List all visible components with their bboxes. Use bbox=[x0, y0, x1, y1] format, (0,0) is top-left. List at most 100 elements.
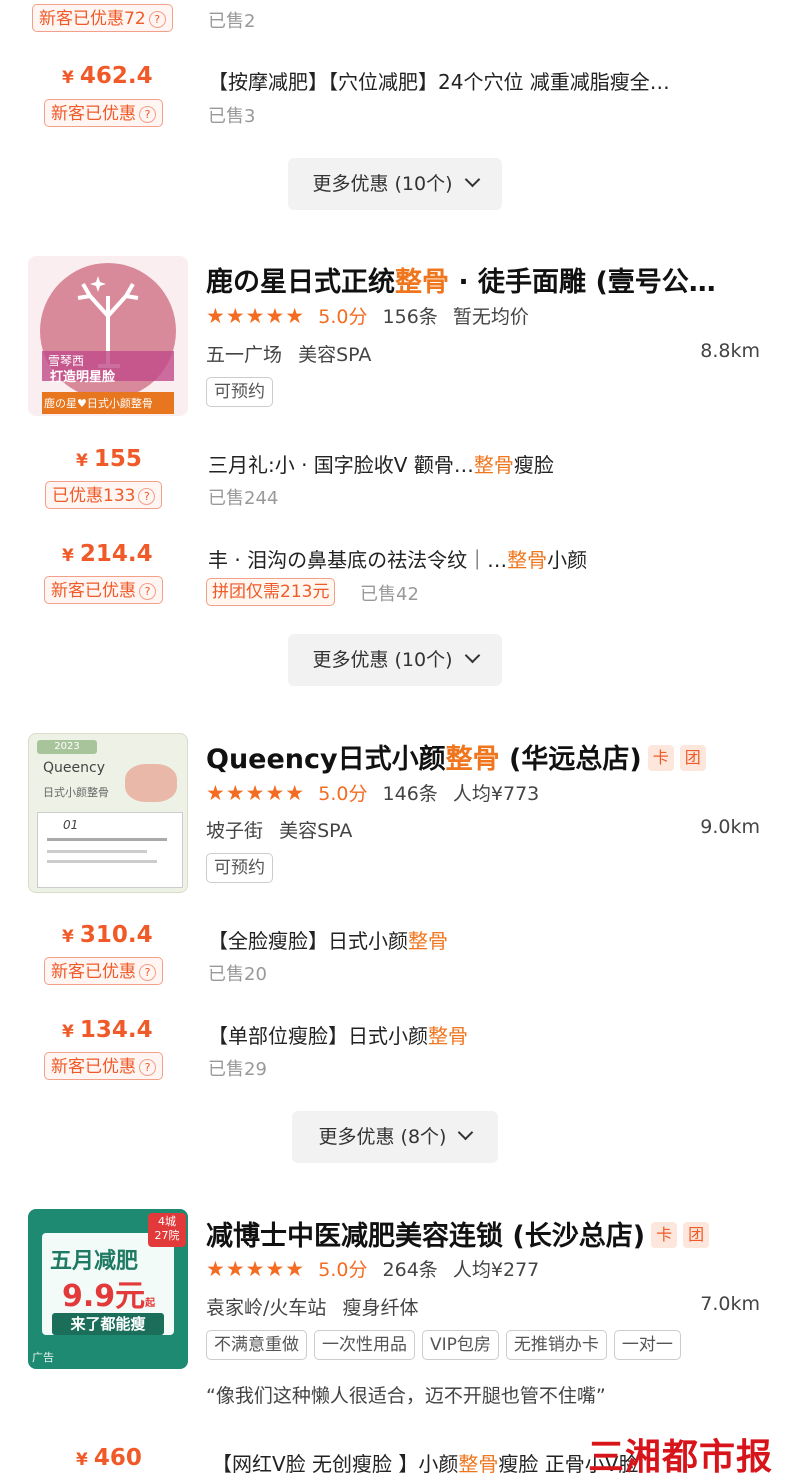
distance: 7.0km bbox=[700, 1293, 760, 1315]
tag: 一对一 bbox=[613, 1330, 681, 1360]
deal-title[interactable]: 【单部位瘦脸】日式小颜整骨 bbox=[208, 1020, 768, 1049]
distance: 9.0km bbox=[700, 816, 760, 838]
distance: 8.8km bbox=[700, 340, 760, 362]
category: 美容SPA bbox=[298, 344, 372, 366]
more-deals-button[interactable]: 更多优惠 (8个) bbox=[292, 1111, 498, 1163]
group-badge: 团 bbox=[679, 745, 706, 771]
review-count: 146条 bbox=[382, 783, 438, 805]
star-icon: ★★★★★ bbox=[206, 304, 306, 328]
location-row: 五一广场 美容SPA bbox=[206, 340, 371, 367]
question-circle-icon[interactable]: ? bbox=[139, 1059, 156, 1076]
thumb-text: 鹿の星♥日式小颜整骨 bbox=[44, 397, 153, 410]
question-circle-icon[interactable]: ? bbox=[139, 964, 156, 981]
average-price: 人均¥773 bbox=[452, 783, 540, 805]
ad-label: 广告 bbox=[32, 1351, 54, 1364]
discount-badge: 新客已优惠? bbox=[44, 99, 163, 127]
tag-row: 不满意重做 一次性用品 VIP包房 无推销办卡 一对一 bbox=[206, 1330, 688, 1360]
deal-price: ¥310.4 bbox=[62, 922, 153, 948]
deal-price: ¥214.4 bbox=[62, 541, 153, 567]
area: 袁家岭/火车站 bbox=[206, 1297, 327, 1319]
discount-badge: 已优惠133? bbox=[45, 481, 163, 509]
location-row: 袁家岭/火车站 瘦身纤体 bbox=[206, 1293, 418, 1320]
shop-name[interactable]: Queency日式小颜整骨 (华远总店) 卡团 bbox=[206, 737, 766, 776]
tag-row: 可预约 bbox=[206, 377, 280, 407]
area: 坡子街 bbox=[206, 820, 264, 842]
star-icon: ★★★★★ bbox=[206, 781, 306, 805]
discount-badge: 新客已优惠? bbox=[44, 1052, 163, 1080]
deal-price: ¥155 bbox=[76, 446, 142, 472]
more-deals-button[interactable]: 更多优惠 (10个) bbox=[288, 634, 502, 686]
sold-count: 已售3 bbox=[208, 106, 256, 127]
rating-row: ★★★★★ 5.0分 264条 人均¥277 bbox=[206, 1255, 539, 1282]
question-circle-icon[interactable]: ? bbox=[138, 488, 156, 505]
thumb-text: 打造明星脸 bbox=[50, 370, 116, 385]
chevron-down-icon bbox=[458, 1124, 474, 1141]
sold-count: 已售20 bbox=[208, 964, 267, 985]
deal-price: ¥460 bbox=[76, 1445, 142, 1471]
thumb-text: 日式小颜整骨 bbox=[43, 786, 109, 799]
category: 瘦身纤体 bbox=[342, 1297, 419, 1319]
average-price: 暂无均价 bbox=[452, 306, 529, 328]
sold-count: 已售244 bbox=[208, 488, 279, 509]
discount-badge: 新客已优惠? bbox=[44, 576, 163, 604]
deal-title[interactable]: 丰 · 泪沟の鼻基底の祛法令纹｜…整骨小颜 bbox=[208, 544, 768, 573]
shop-name[interactable]: 减博士中医减肥美容连锁 (长沙总店) 卡团 bbox=[206, 1214, 766, 1253]
thumb-text: 2023 bbox=[37, 740, 97, 754]
deal-price: ¥134.4 bbox=[62, 1017, 153, 1043]
watermark: 三湘都市报 bbox=[588, 1437, 774, 1478]
tag: 一次性用品 bbox=[314, 1330, 415, 1360]
face-illustration-icon bbox=[125, 764, 177, 802]
sold-count: 已售29 bbox=[208, 1059, 267, 1080]
area: 五一广场 bbox=[206, 344, 283, 366]
question-circle-icon[interactable]: ? bbox=[139, 583, 156, 600]
tag-row: 可预约 bbox=[206, 853, 280, 883]
rating-row: ★★★★★ 5.0分 146条 人均¥773 bbox=[206, 779, 539, 806]
review-count: 156条 bbox=[382, 306, 438, 328]
group-badge: 团 bbox=[683, 1222, 710, 1248]
sold-count: 已售2 bbox=[208, 11, 256, 32]
discount-badge: 新客已优惠72? bbox=[32, 4, 173, 32]
deal-title[interactable]: 【全脸瘦脸】日式小颜整骨 bbox=[208, 925, 768, 954]
rating-row: ★★★★★ 5.0分 156条 暂无均价 bbox=[206, 302, 529, 329]
shop-thumbnail[interactable]: 2023 Queency 日式小颜整骨 01 bbox=[28, 733, 188, 893]
star-icon: ★★★★★ bbox=[206, 1257, 306, 1281]
review-quote: “像我们这种懒人很适合，迈不开腿也管不住嘴” bbox=[206, 1385, 606, 1407]
tag: VIP包房 bbox=[422, 1330, 499, 1360]
deal-title[interactable]: 三月礼:小 · 国字脸收V 颧骨…整骨瘦脸 bbox=[208, 449, 768, 478]
tag: 不满意重做 bbox=[206, 1330, 307, 1360]
chevron-down-icon bbox=[464, 647, 480, 664]
tag: 无推销办卡 bbox=[505, 1330, 607, 1360]
deal-price: ¥462.4 bbox=[62, 63, 153, 89]
card-badge: 卡 bbox=[651, 1222, 678, 1248]
average-price: 人均¥277 bbox=[452, 1259, 540, 1281]
branch-count-badge: 4城 27院 bbox=[148, 1213, 186, 1247]
rating-score: 5.0分 bbox=[318, 783, 368, 805]
group-buy-badge: 拼团仅需213元 bbox=[206, 578, 336, 606]
deer-logo-icon bbox=[40, 263, 176, 414]
tag: 可预约 bbox=[206, 377, 273, 407]
shop-thumbnail[interactable]: 4城 27院 五月减肥 9.9元起 来了都能瘦 广告 bbox=[28, 1209, 188, 1369]
shop-name[interactable]: 鹿の星日式正统整骨 · 徒手面雕 (壹号公… bbox=[206, 260, 766, 299]
thumb-text: 来了都能瘦 bbox=[52, 1313, 164, 1335]
thumb-text: Queency bbox=[43, 760, 105, 776]
thumb-text: 01 bbox=[63, 818, 79, 832]
rating-score: 5.0分 bbox=[318, 306, 368, 328]
question-circle-icon[interactable]: ? bbox=[148, 11, 166, 28]
more-deals-button[interactable]: 更多优惠 (10个) bbox=[288, 158, 502, 210]
card-badge: 卡 bbox=[647, 745, 674, 771]
rating-score: 5.0分 bbox=[318, 1259, 368, 1281]
category: 美容SPA bbox=[279, 820, 353, 842]
chevron-down-icon bbox=[464, 171, 480, 188]
tag: 可预约 bbox=[206, 853, 273, 883]
thumb-line bbox=[47, 838, 167, 841]
discount-badge: 新客已优惠? bbox=[44, 957, 163, 985]
thumb-text: 9.9元起 bbox=[62, 1279, 156, 1314]
location-row: 坡子街 美容SPA bbox=[206, 816, 352, 843]
thumb-line bbox=[47, 850, 147, 853]
shop-thumbnail[interactable]: 雪琴西 打造明星脸 鹿の星♥日式小颜整骨 bbox=[28, 256, 188, 416]
sold-count: 已售42 bbox=[360, 584, 419, 605]
thumb-line bbox=[47, 860, 157, 863]
deal-title[interactable]: 【按摩减肥】【穴位减肥】24个穴位 减重减脂瘦全… bbox=[208, 66, 768, 95]
question-circle-icon[interactable]: ? bbox=[139, 106, 156, 123]
review-count: 264条 bbox=[382, 1259, 438, 1281]
